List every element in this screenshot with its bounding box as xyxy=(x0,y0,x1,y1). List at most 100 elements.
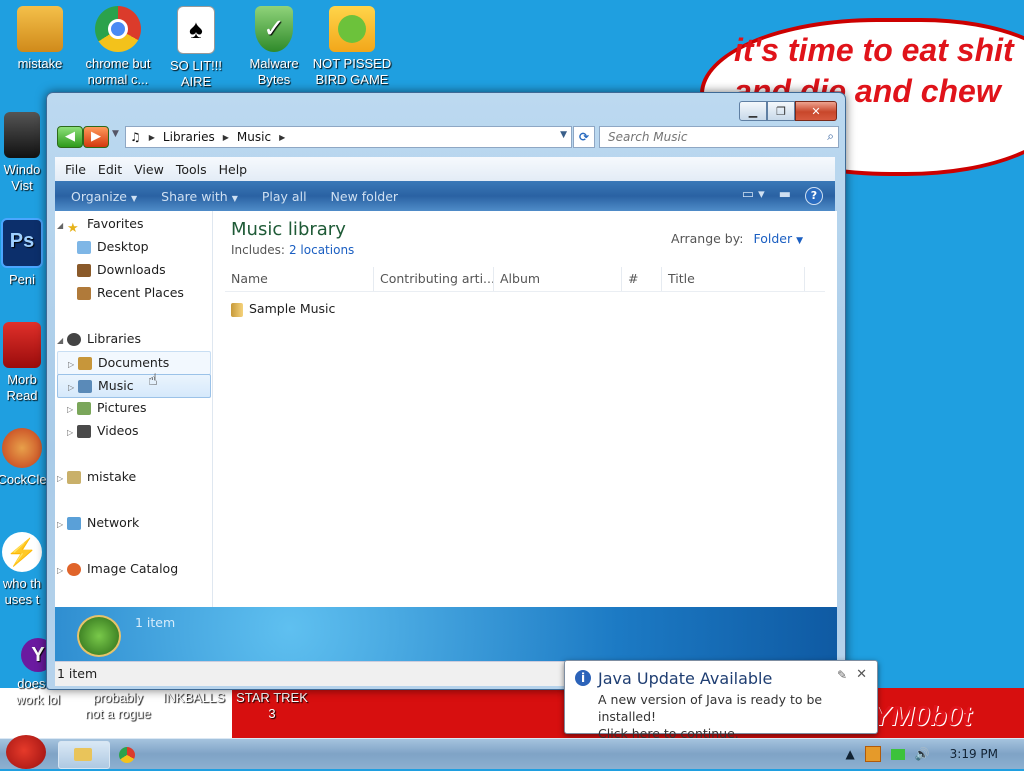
desktop-icon-lightning[interactable]: ⚡ who th uses t xyxy=(0,532,52,608)
breadcrumb-music[interactable]: Music xyxy=(237,130,271,144)
nav-music[interactable]: ▷ Music xyxy=(57,374,211,398)
column-header-contributing-artists[interactable]: Contributing arti... xyxy=(374,267,494,291)
nav-downloads[interactable]: Downloads xyxy=(77,259,166,281)
desktop-icon-probably[interactable]: probably not a rogue xyxy=(78,690,158,722)
refresh-button[interactable]: ⟳ xyxy=(573,126,595,148)
cards-icon: ♠ xyxy=(177,6,215,54)
collapse-arrow-icon[interactable]: ◢ xyxy=(57,330,67,352)
arrange-dropdown[interactable]: Folder ▼ xyxy=(753,231,803,246)
close-icon[interactable]: ✕ xyxy=(856,667,867,682)
nav-label: Network xyxy=(87,515,140,530)
organize-button[interactable]: Organize ▼ xyxy=(71,189,137,204)
chevron-right-icon[interactable]: ▶ xyxy=(223,133,229,142)
nav-documents[interactable]: ▷ Documents xyxy=(57,351,211,375)
nav-label: Recent Places xyxy=(97,285,184,300)
explorer-window: ▁ ❐ ✕ ◀ ▶ ▼ ♫ ▶ Libraries ▶ Music ▶ ▼ ⟳ … xyxy=(46,92,846,690)
java-tray-icon[interactable] xyxy=(864,746,881,762)
desktop-icon-malwarebytes[interactable]: ✓ Malware Bytes xyxy=(234,6,314,88)
nav-label: Favorites xyxy=(87,216,144,231)
column-header-title[interactable]: Title xyxy=(662,267,805,291)
desktop-icon-mistake[interactable]: mistake xyxy=(0,6,80,72)
search-input[interactable] xyxy=(606,127,810,147)
start-button[interactable] xyxy=(2,733,50,771)
menu-help[interactable]: Help xyxy=(219,162,248,177)
expand-arrow-icon[interactable]: ▷ xyxy=(67,399,77,421)
list-item[interactable]: Sample Music xyxy=(231,301,335,317)
folder-icon xyxy=(231,302,243,317)
nav-favorites[interactable]: ◢ ★ Favorites xyxy=(57,213,144,237)
desktop-icon-acrobat-reader[interactable]: Morb Read xyxy=(0,322,52,404)
desktop-icon-bird-game[interactable]: NOT PISSED BIRD GAME xyxy=(312,6,392,88)
search-icon[interactable]: ⌕ xyxy=(827,129,834,144)
minimize-button[interactable]: ▁ xyxy=(739,101,767,121)
show-hidden-icons-icon[interactable]: ▲ xyxy=(845,747,854,761)
help-icon[interactable]: ? xyxy=(805,187,823,205)
menu-view[interactable]: View xyxy=(134,162,164,177)
desktop-icon-star-trek[interactable]: STAR TREK 3 xyxy=(234,690,310,722)
menu-tools[interactable]: Tools xyxy=(176,162,207,177)
taskbar-chrome[interactable] xyxy=(110,741,162,769)
clock[interactable]: 3:19 PM xyxy=(950,747,998,761)
forward-button[interactable]: ▶ xyxy=(83,126,109,148)
desktop-icon-windows-vista[interactable]: Windo Vist xyxy=(0,112,52,194)
recent-pages-dropdown[interactable]: ▼ xyxy=(112,129,119,139)
expand-arrow-icon[interactable]: ▷ xyxy=(67,422,77,444)
desktop-icon-label: SO LIT!!! AIRE xyxy=(169,58,222,89)
expand-arrow-icon[interactable]: ▷ xyxy=(57,468,67,490)
locations-link[interactable]: 2 locations xyxy=(289,243,354,257)
column-header-album[interactable]: Album xyxy=(494,267,622,291)
chevron-right-icon[interactable]: ▶ xyxy=(149,133,155,142)
angry-bird-icon xyxy=(6,735,46,769)
view-options-icon[interactable]: ▭ ▾ xyxy=(742,187,765,205)
java-update-notification[interactable]: i Java Update Available ✎ ✕ A new versio… xyxy=(564,660,878,741)
nav-libraries[interactable]: ◢ Libraries xyxy=(57,328,141,350)
nav-label: mistake xyxy=(87,469,137,484)
search-box[interactable]: ⌕ xyxy=(599,126,839,148)
nav-image-catalog[interactable]: ▷ Image Catalog xyxy=(57,558,178,580)
new-folder-button[interactable]: New folder xyxy=(331,189,399,204)
nav-network[interactable]: ▷ Network xyxy=(57,512,139,534)
taskbar-explorer[interactable] xyxy=(58,741,110,769)
column-header-number[interactable]: # xyxy=(622,267,662,291)
nav-videos[interactable]: ▷ Videos xyxy=(57,420,139,442)
breadcrumb-libraries[interactable]: Libraries xyxy=(163,130,215,144)
desktop-icon-ccleaner[interactable]: CockCle xyxy=(0,428,52,488)
nav-user-mistake[interactable]: ▷ mistake xyxy=(57,466,136,488)
share-with-button[interactable]: Share with ▼ xyxy=(161,189,238,204)
menu-file[interactable]: File xyxy=(65,162,86,177)
desktop-icon-solitaire[interactable]: ♠ SO LIT!!! AIRE xyxy=(156,6,236,90)
chevron-down-icon: ▼ xyxy=(231,193,238,203)
maximize-button[interactable]: ❐ xyxy=(767,101,795,121)
menu-edit[interactable]: Edit xyxy=(98,162,122,177)
volume-icon[interactable]: 🔊 xyxy=(915,747,930,761)
nav-desktop[interactable]: Desktop xyxy=(77,236,149,258)
library-icon: ♫ xyxy=(130,130,141,144)
share-with-label: Share with xyxy=(161,188,228,204)
music-icon xyxy=(78,380,92,393)
photoshop-icon: Ps xyxy=(1,218,43,268)
back-button[interactable]: ◀ xyxy=(57,126,83,148)
address-dropdown-icon[interactable]: ▼ xyxy=(560,130,567,140)
nav-pictures[interactable]: ▷ Pictures xyxy=(57,397,147,419)
desktop-icon-label: mistake xyxy=(17,56,63,71)
chevron-right-icon[interactable]: ▶ xyxy=(279,133,285,142)
desktop-icon-chrome[interactable]: chrome but normal c... xyxy=(78,6,158,88)
desktop-icon-inkballs[interactable]: INKBALLS xyxy=(156,690,232,706)
hand-cursor-icon: ☝ xyxy=(148,370,158,389)
close-button[interactable]: ✕ xyxy=(795,101,837,121)
options-icon[interactable]: ✎ xyxy=(837,668,847,682)
collapse-arrow-icon[interactable]: ◢ xyxy=(57,215,67,237)
shield-icon: ✓ xyxy=(255,6,293,52)
expand-arrow-icon[interactable]: ▷ xyxy=(57,514,67,536)
network-status-icon[interactable] xyxy=(890,748,905,760)
expand-arrow-icon[interactable]: ▷ xyxy=(68,354,78,376)
nav-label: Downloads xyxy=(97,262,166,277)
desktop-icon-photoshop[interactable]: Ps Peni xyxy=(0,218,52,288)
column-header-name[interactable]: Name xyxy=(225,267,374,291)
address-bar[interactable]: ♫ ▶ Libraries ▶ Music ▶ ▼ xyxy=(125,126,572,148)
play-all-button[interactable]: Play all xyxy=(262,189,307,204)
expand-arrow-icon[interactable]: ▷ xyxy=(57,560,67,582)
preview-pane-icon[interactable]: ▬ xyxy=(779,187,791,205)
expand-arrow-icon[interactable]: ▷ xyxy=(68,377,78,399)
nav-recent-places[interactable]: Recent Places xyxy=(77,282,184,304)
